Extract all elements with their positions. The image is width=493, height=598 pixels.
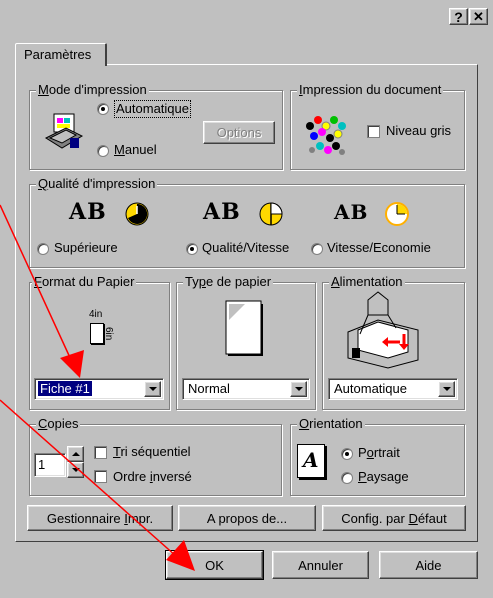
annotation-line-format bbox=[0, 204, 73, 363]
annotation-arrowhead-format bbox=[60, 350, 84, 378]
annotation-arrowhead-ok bbox=[166, 540, 195, 571]
annotation-line-ok bbox=[0, 399, 177, 557]
annotation-arrows bbox=[0, 204, 195, 571]
